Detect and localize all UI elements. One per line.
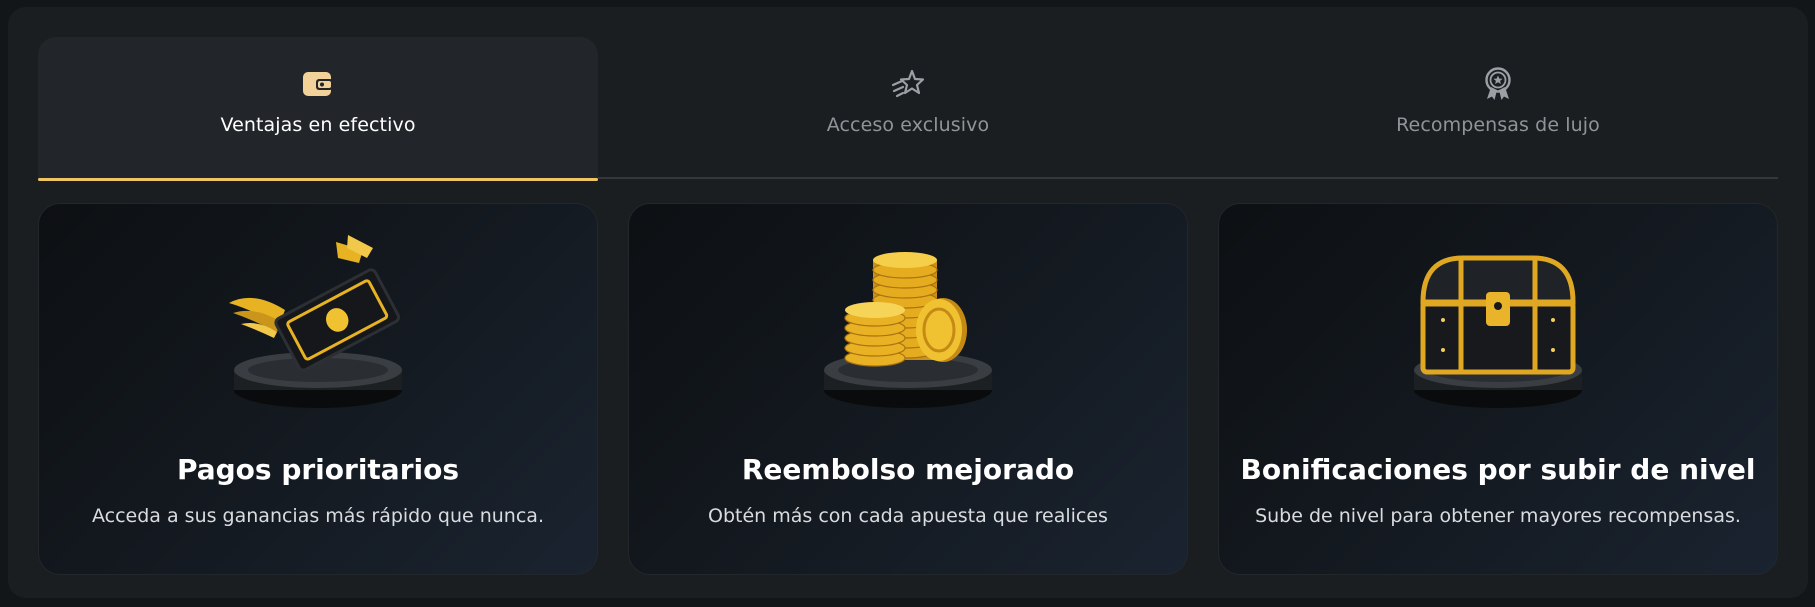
card-description: Acceda a sus ganancias más rápido que nu… [92, 505, 544, 527]
tab-cash-advantages[interactable]: Ventajas en efectivo [38, 37, 598, 181]
treasure-chest-image [1414, 255, 1582, 408]
tab-label: Ventajas en efectivo [220, 114, 416, 136]
benefit-tabs: Ventajas en efectivo Acceso exclusivo Re… [38, 37, 1778, 181]
benefit-card: Bonificaciones por subir de nivel Sube d… [1218, 203, 1778, 575]
winged-banknote-image [229, 235, 402, 408]
tab-exclusive-access[interactable]: Acceso exclusivo [598, 37, 1218, 179]
card-title: Reembolso mejorado [741, 453, 1075, 486]
tab-luxury-rewards[interactable]: Recompensas de lujo [1218, 37, 1778, 179]
wallet-icon [301, 67, 335, 101]
award-badge-icon [1481, 67, 1515, 101]
tab-label: Acceso exclusivo [826, 114, 990, 136]
shooting-star-icon [891, 67, 925, 101]
card-title: Bonificaciones por subir de nivel [1240, 453, 1756, 486]
benefit-card: Reembolso mejorado Obtén más con cada ap… [628, 203, 1188, 575]
tab-label: Recompensas de lujo [1396, 114, 1600, 136]
benefit-card: Pagos prioritarios Acceda a sus ganancia… [38, 203, 598, 575]
card-title: Pagos prioritarios [176, 453, 460, 486]
card-description: Sube de nivel para obtener mayores recom… [1255, 505, 1741, 527]
benefit-cards: Pagos prioritarios Acceda a sus ganancia… [38, 203, 1778, 575]
benefits-panel: Ventajas en efectivo Acceso exclusivo Re… [8, 7, 1808, 598]
card-description: Obtén más con cada apuesta que realices [708, 505, 1108, 527]
gold-coins-image [824, 252, 992, 408]
